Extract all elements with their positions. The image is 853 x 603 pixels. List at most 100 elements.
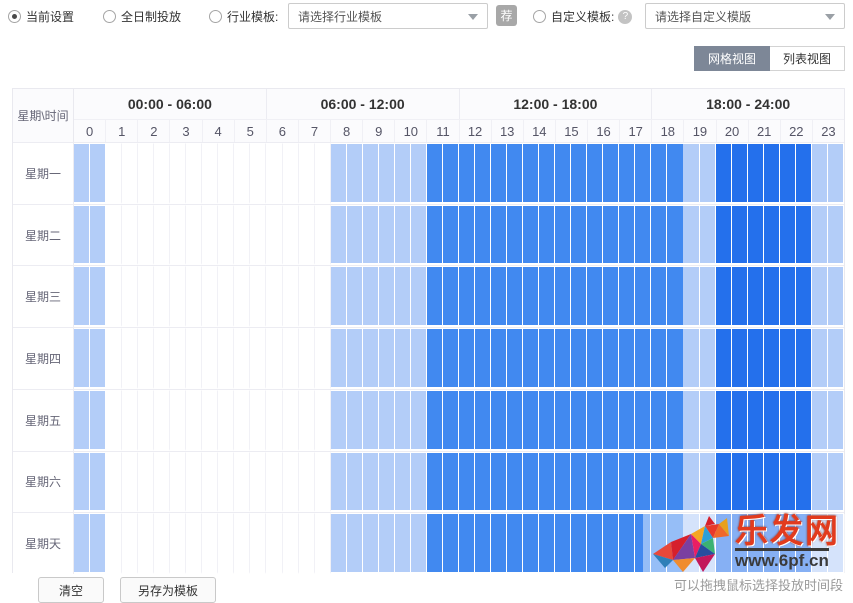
half-hour-slot[interactable]: [347, 266, 363, 327]
half-hour-slot[interactable]: [748, 143, 764, 204]
half-hour-slot[interactable]: [331, 452, 347, 513]
half-hour-slot[interactable]: [250, 390, 266, 451]
half-hour-slot[interactable]: [683, 143, 699, 204]
half-hour-slot[interactable]: [812, 390, 828, 451]
half-hour-slot[interactable]: [764, 328, 780, 389]
half-hour-slot[interactable]: [683, 390, 699, 451]
half-hour-slot[interactable]: [764, 390, 780, 451]
half-hour-slot[interactable]: [90, 390, 106, 451]
half-hour-slot[interactable]: [603, 513, 619, 574]
half-hour-slot[interactable]: [539, 328, 555, 389]
half-hour-slot[interactable]: [90, 266, 106, 327]
half-hour-slot[interactable]: [764, 266, 780, 327]
half-hour-slot[interactable]: [250, 513, 266, 574]
half-hour-slot[interactable]: [186, 513, 202, 574]
half-hour-slot[interactable]: [683, 266, 699, 327]
half-hour-slot[interactable]: [283, 266, 299, 327]
half-hour-slot[interactable]: [250, 143, 266, 204]
half-hour-slot[interactable]: [780, 328, 796, 389]
half-hour-slot[interactable]: [603, 143, 619, 204]
custom-template-select[interactable]: 请选择自定义模版: [645, 3, 845, 29]
half-hour-slot[interactable]: [748, 513, 764, 574]
half-hour-slot[interactable]: [700, 513, 716, 574]
half-hour-slot[interactable]: [523, 143, 539, 204]
half-hour-slot[interactable]: [331, 390, 347, 451]
half-hour-slot[interactable]: [315, 390, 331, 451]
half-hour-slot[interactable]: [780, 143, 796, 204]
half-hour-slot[interactable]: [186, 205, 202, 266]
half-hour-slot[interactable]: [459, 143, 475, 204]
half-hour-slot[interactable]: [443, 452, 459, 513]
half-hour-slot[interactable]: [395, 513, 411, 574]
half-hour-slot[interactable]: [491, 328, 507, 389]
half-hour-slot[interactable]: [603, 452, 619, 513]
half-hour-slot[interactable]: [603, 205, 619, 266]
half-hour-slot[interactable]: [587, 266, 603, 327]
half-hour-slot[interactable]: [828, 205, 844, 266]
half-hour-slot[interactable]: [90, 513, 106, 574]
half-hour-slot[interactable]: [732, 143, 748, 204]
half-hour-slot[interactable]: [812, 205, 828, 266]
half-hour-slot[interactable]: [443, 205, 459, 266]
half-hour-slot[interactable]: [122, 328, 138, 389]
half-hour-slot[interactable]: [539, 452, 555, 513]
half-hour-slot[interactable]: [651, 390, 667, 451]
half-hour-slot[interactable]: [266, 205, 282, 266]
half-hour-slot[interactable]: [571, 328, 587, 389]
half-hour-slot[interactable]: [732, 328, 748, 389]
half-hour-slot[interactable]: [796, 205, 812, 266]
half-hour-slot[interactable]: [443, 143, 459, 204]
half-hour-slot[interactable]: [828, 452, 844, 513]
half-hour-slot[interactable]: [635, 328, 651, 389]
half-hour-slot[interactable]: [315, 205, 331, 266]
half-hour-slot[interactable]: [732, 452, 748, 513]
half-hour-slot[interactable]: [299, 266, 315, 327]
half-hour-slot[interactable]: [138, 390, 154, 451]
half-hour-slot[interactable]: [234, 390, 250, 451]
half-hour-slot[interactable]: [186, 452, 202, 513]
half-hour-slot[interactable]: [347, 328, 363, 389]
half-hour-slot[interactable]: [571, 390, 587, 451]
half-hour-slot[interactable]: [555, 328, 571, 389]
half-hour-slot[interactable]: [74, 205, 90, 266]
half-hour-slot[interactable]: [523, 266, 539, 327]
half-hour-slot[interactable]: [138, 205, 154, 266]
half-hour-slot[interactable]: [748, 205, 764, 266]
half-hour-slot[interactable]: [635, 452, 651, 513]
half-hour-slot[interactable]: [635, 266, 651, 327]
half-hour-slot[interactable]: [651, 513, 667, 574]
half-hour-slot[interactable]: [315, 513, 331, 574]
radio-allday[interactable]: 全日制投放: [103, 8, 181, 25]
half-hour-slot[interactable]: [331, 143, 347, 204]
half-hour-slot[interactable]: [635, 143, 651, 204]
half-hour-slot[interactable]: [651, 328, 667, 389]
half-hour-slot[interactable]: [555, 205, 571, 266]
half-hour-slot[interactable]: [780, 205, 796, 266]
half-hour-slot[interactable]: [74, 266, 90, 327]
half-hour-slot[interactable]: [796, 328, 812, 389]
half-hour-slot[interactable]: [667, 143, 683, 204]
half-hour-slot[interactable]: [635, 205, 651, 266]
half-hour-slot[interactable]: [186, 328, 202, 389]
half-hour-slot[interactable]: [523, 205, 539, 266]
half-hour-slot[interactable]: [507, 143, 523, 204]
half-hour-slot[interactable]: [395, 390, 411, 451]
half-hour-slot[interactable]: [395, 328, 411, 389]
half-hour-slot[interactable]: [812, 513, 828, 574]
half-hour-slot[interactable]: [170, 513, 186, 574]
half-hour-slot[interactable]: [780, 452, 796, 513]
half-hour-slot[interactable]: [555, 266, 571, 327]
half-hour-slot[interactable]: [395, 205, 411, 266]
half-hour-slot[interactable]: [347, 143, 363, 204]
half-hour-slot[interactable]: [491, 452, 507, 513]
half-hour-slot[interactable]: [122, 205, 138, 266]
half-hour-slot[interactable]: [796, 390, 812, 451]
half-hour-slot[interactable]: [764, 452, 780, 513]
half-hour-slot[interactable]: [234, 513, 250, 574]
half-hour-slot[interactable]: [266, 452, 282, 513]
half-hour-slot[interactable]: [732, 513, 748, 574]
half-hour-slot[interactable]: [427, 513, 443, 574]
half-hour-slot[interactable]: [475, 205, 491, 266]
half-hour-slot[interactable]: [106, 143, 122, 204]
half-hour-slot[interactable]: [218, 513, 234, 574]
